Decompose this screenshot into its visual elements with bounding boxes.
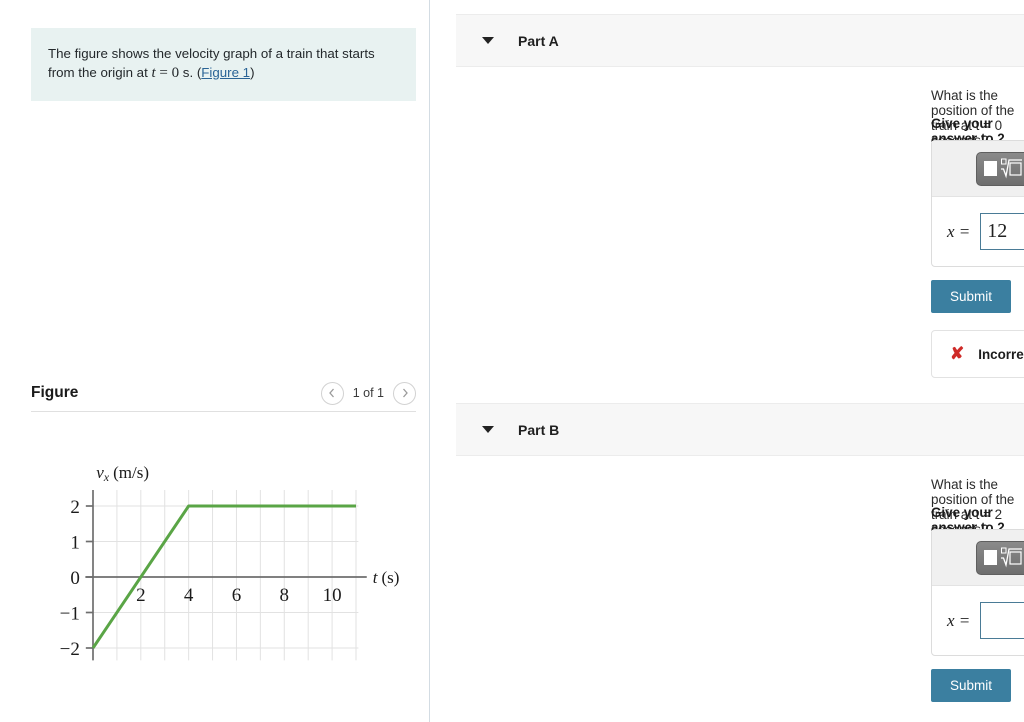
chevron-left-icon	[329, 388, 335, 398]
part-b-submit-row: Submit Request Answer	[931, 669, 1024, 702]
figure-prev-button[interactable]	[320, 381, 344, 405]
svg-text:t(s): t (s)	[373, 568, 400, 587]
statement-line-1: The figure shows the velocity graph of a…	[48, 46, 375, 61]
template-box-icon	[984, 550, 997, 565]
svg-text:0: 0	[70, 568, 80, 589]
page-root: The figure shows the velocity graph of a…	[0, 0, 1024, 722]
chevron-right-icon	[402, 388, 408, 398]
svg-text:10: 10	[323, 585, 342, 606]
svg-text:6: 6	[232, 585, 242, 606]
velocity-graph: 2 1 0 −1 −2 2 4 6 8 10 vx (m/s) t (s)	[31, 430, 416, 680]
part-b-answer-input[interactable]	[980, 602, 1024, 639]
left-panel: The figure shows the velocity graph of a…	[0, 0, 430, 722]
figure-title: Figure	[31, 384, 79, 401]
figure-next-button[interactable]	[393, 381, 416, 405]
equals-sign: =	[155, 65, 172, 81]
figure-counter: 1 of 1	[352, 386, 384, 400]
svg-text:1: 1	[70, 533, 80, 554]
nth-root-icon	[1001, 547, 1022, 567]
svg-text:−1: −1	[60, 604, 80, 625]
part-a-input-prefix: x =	[947, 221, 971, 241]
part-a-header[interactable]: Part A	[456, 14, 1024, 67]
math-template-button[interactable]	[976, 540, 1024, 575]
part-a-math-toolbar: ΑΣφ	[932, 141, 1024, 197]
math-template-button[interactable]	[976, 151, 1024, 186]
part-a-feedback-text: Incorrect; Try Again; 5 attempts remaini…	[978, 346, 1024, 362]
problem-statement-text: The figure shows the velocity graph of a…	[48, 44, 399, 83]
unit-seconds: s. (	[179, 65, 202, 80]
svg-text:−2: −2	[60, 639, 80, 660]
velocity-graph-svg: 210−1−22 4 6 8 10vx (m/s)t (s)	[60, 463, 400, 661]
statement-line-2-prefix: from the origin at	[48, 65, 152, 80]
part-b-input-row: x = m	[932, 586, 1024, 655]
nth-root-icon	[1001, 158, 1022, 178]
part-b-answer-box: ΑΣφ	[931, 529, 1024, 656]
svg-text:vx(m/s): vx (m/s)	[96, 463, 149, 484]
part-a-answer-input[interactable]	[980, 213, 1024, 250]
part-a-submit-button[interactable]: Submit	[931, 280, 1012, 313]
part-b-input-prefix: x =	[947, 610, 971, 630]
part-b-submit-button[interactable]: Submit	[931, 669, 1012, 702]
caret-down-icon[interactable]	[482, 426, 494, 433]
svg-text:2: 2	[70, 497, 80, 518]
figure-image-area[interactable]: 2 1 0 −1 −2 2 4 6 8 10 vx (m/s) t (s)	[31, 430, 416, 690]
part-a-input-row: x = m	[932, 197, 1024, 266]
caret-down-icon[interactable]	[482, 37, 494, 44]
svg-text:4: 4	[184, 585, 194, 606]
figure-header: Figure 1 of 1	[31, 375, 416, 412]
part-a-answer-box: ΑΣφ	[931, 140, 1024, 267]
svg-text:8: 8	[280, 585, 290, 606]
x-mark-icon: ✘	[950, 344, 965, 363]
part-b-math-toolbar: ΑΣφ	[932, 530, 1024, 586]
figure-1-link[interactable]: Figure 1	[201, 65, 250, 80]
value-zero: 0	[171, 65, 180, 81]
part-b-header[interactable]: Part B	[456, 403, 1024, 456]
part-a-submit-row: Submit Previous Answers Request Answer	[931, 280, 1024, 313]
part-a-feedback: ✘ Incorrect; Try Again; 5 attempts remai…	[931, 330, 1024, 378]
figure-navigation: 1 of 1	[320, 381, 416, 405]
problem-statement-box: The figure shows the velocity graph of a…	[31, 28, 416, 101]
part-a-label: Part A	[518, 32, 559, 49]
statement-close-paren: )	[250, 65, 255, 80]
part-b-label: Part B	[518, 421, 560, 438]
svg-text:2: 2	[136, 585, 146, 606]
right-panel: Part A What is the position of the train…	[430, 0, 1024, 722]
template-box-icon	[984, 161, 997, 176]
